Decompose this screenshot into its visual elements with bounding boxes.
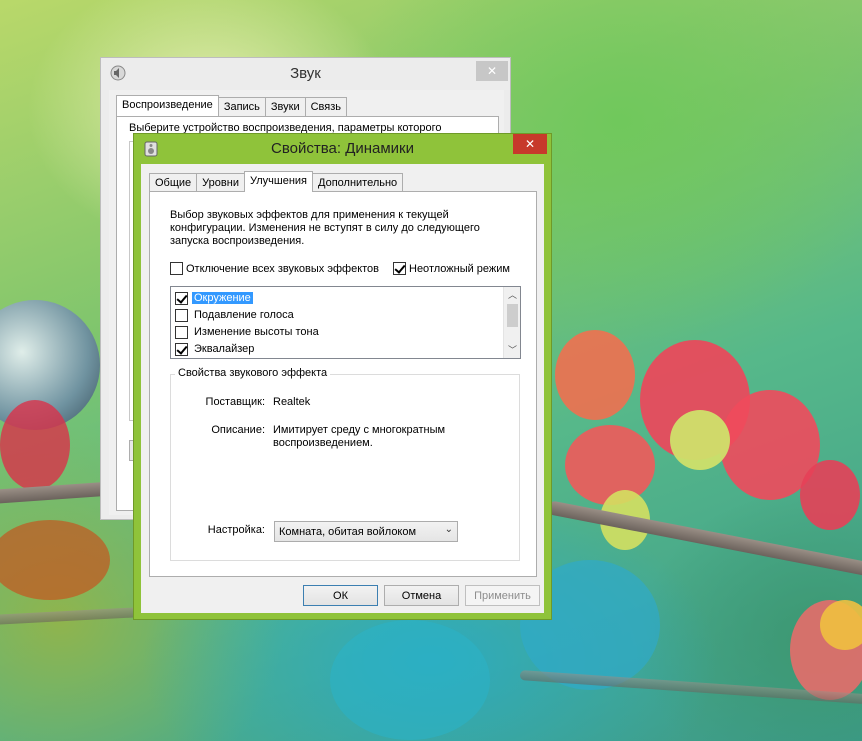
scroll-down-icon[interactable]: ﹀	[504, 342, 520, 358]
tab-advanced[interactable]: Дополнительно	[312, 173, 404, 192]
effects-list[interactable]: Окружение Подавление голоса Изменение вы…	[170, 286, 521, 359]
effects-scrollbar[interactable]: ︿ ﹀	[503, 287, 520, 358]
checkbox-box[interactable]	[175, 308, 188, 322]
tab-communications[interactable]: Связь	[304, 97, 348, 116]
scrollbar-thumb[interactable]	[507, 304, 518, 327]
close-icon: ✕	[486, 64, 498, 78]
wallpaper-leaf	[330, 620, 490, 740]
provider-value: Realtek	[273, 396, 311, 408]
ok-button[interactable]: ОК	[303, 585, 378, 606]
enhancements-description: Выбор звуковых эффектов для применения к…	[170, 209, 480, 247]
provider-label: Поставщик:	[205, 396, 265, 408]
wallpaper-stamen	[820, 600, 862, 650]
immediate-mode-checkbox[interactable]: Неотложный режим	[393, 262, 510, 275]
effect-label-surround: Окружение	[192, 292, 253, 304]
checkbox-box[interactable]	[175, 325, 188, 339]
checkmark-icon[interactable]	[393, 262, 406, 275]
dialog-close-button[interactable]: ✕	[513, 134, 547, 154]
wallpaper-petal	[555, 330, 635, 420]
immediate-mode-label: Неотложный режим	[409, 262, 510, 275]
tab-general[interactable]: Общие	[149, 173, 198, 192]
apply-button[interactable]: Применить	[465, 585, 540, 606]
dialog-titlebar[interactable]: Свойства: Динамики ✕	[134, 134, 551, 164]
tab-sounds[interactable]: Звуки	[264, 97, 306, 116]
effect-label-voice-cancel: Подавление голоса	[194, 309, 294, 321]
list-item[interactable]: Эквалайзер	[175, 341, 256, 357]
disable-all-effects-checkbox[interactable]: Отключение всех звуковых эффектов	[170, 262, 379, 275]
setting-label: Настройка:	[207, 524, 265, 536]
checkmark-icon[interactable]	[175, 291, 188, 305]
wallpaper-stamen	[670, 410, 730, 470]
wallpaper-petal	[565, 425, 655, 505]
disable-all-effects-label: Отключение всех звуковых эффектов	[186, 262, 379, 275]
dropdown-arrow-icon: ⌄	[444, 524, 453, 535]
dialog-title: Свойства: Динамики	[271, 140, 414, 157]
close-icon: ✕	[524, 137, 536, 151]
dialog-client-area: Общие Уровни Улучшения Дополнительно Выб…	[141, 164, 544, 613]
description-value: Имитирует среду с многократным воспроизв…	[273, 424, 446, 449]
list-item[interactable]: Подавление голоса	[175, 307, 296, 323]
cancel-button[interactable]: Отмена	[384, 585, 459, 606]
description-label: Описание:	[211, 424, 265, 436]
setting-dropdown[interactable]: Комната, обитая войлоком ⌄	[274, 521, 458, 542]
checkbox-box[interactable]	[170, 262, 183, 275]
dialog-tabs: Общие Уровни Улучшения Дополнительно	[149, 171, 404, 192]
list-item[interactable]: Изменение высоты тона	[175, 324, 321, 340]
wallpaper-petal	[0, 400, 70, 490]
scroll-up-icon[interactable]: ︿	[504, 287, 520, 303]
setting-dropdown-value: Комната, обитая войлоком	[279, 526, 417, 538]
wallpaper-petal	[800, 460, 860, 530]
tab-playback[interactable]: Воспроизведение	[116, 95, 219, 116]
sound-tabs: Воспроизведение Запись Звуки Связь	[116, 95, 348, 116]
enhancements-panel: Выбор звуковых эффектов для применения к…	[149, 191, 537, 577]
list-item[interactable]: Окружение	[175, 290, 253, 306]
sound-titlebar[interactable]: Звук ✕	[101, 58, 510, 89]
effect-label-equalizer: Эквалайзер	[194, 343, 255, 355]
tab-recording[interactable]: Запись	[217, 97, 266, 116]
checkmark-icon[interactable]	[175, 342, 188, 356]
effect-properties-group: Свойства звукового эффекта Поставщик: Re…	[170, 367, 520, 561]
tab-enhancements[interactable]: Улучшения	[243, 171, 313, 192]
tab-levels[interactable]: Уровни	[196, 173, 245, 192]
effect-label-pitch-shift: Изменение высоты тона	[194, 326, 319, 338]
effect-properties-title: Свойства звукового эффекта	[175, 367, 331, 379]
wallpaper-petal	[0, 520, 110, 600]
speaker-properties-dialog: Свойства: Динамики ✕ Общие Уровни Улучше…	[133, 133, 552, 620]
sound-close-button[interactable]: ✕	[476, 61, 508, 81]
sound-window-title: Звук	[290, 65, 321, 82]
